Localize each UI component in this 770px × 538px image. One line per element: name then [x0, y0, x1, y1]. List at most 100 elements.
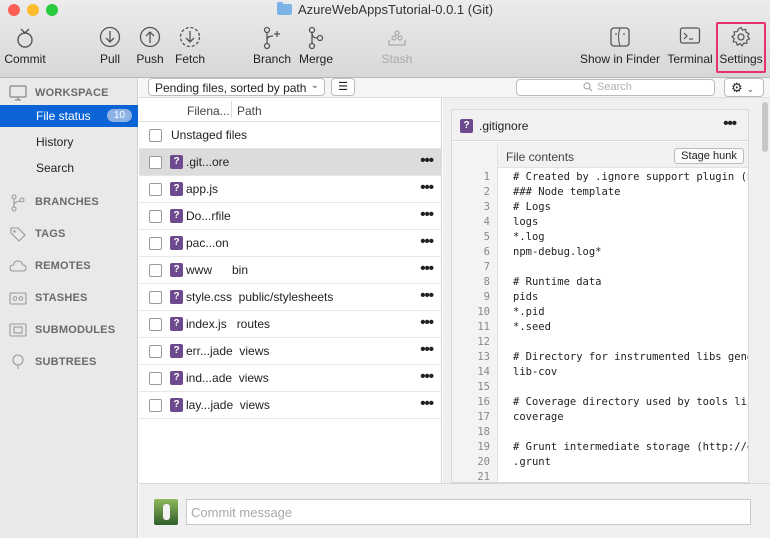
- code-line: 6 npm-debug.log*: [452, 245, 748, 260]
- more-options-icon[interactable]: •••: [420, 206, 434, 223]
- file-status-label: File status: [36, 109, 91, 123]
- file-checkbox[interactable]: [149, 291, 162, 304]
- file-checkbox[interactable]: [149, 210, 162, 223]
- more-options-icon[interactable]: •••: [420, 179, 434, 196]
- code-line: 13 # Directory for instrumented libs gene…: [452, 350, 748, 365]
- column-header-filename[interactable]: Filena...: [187, 104, 230, 118]
- sidebar-stashes-header[interactable]: STASHES: [0, 286, 138, 310]
- diff-scrollbar[interactable]: [762, 102, 768, 152]
- file-row[interactable]: ? www bin •••: [139, 257, 442, 284]
- file-row[interactable]: ? err...jade views •••: [139, 338, 442, 365]
- file-row[interactable]: ? app.js •••: [139, 176, 442, 203]
- search-input[interactable]: Search: [516, 79, 715, 96]
- file-row[interactable]: ? lay...jade views •••: [139, 392, 442, 419]
- code-line: 10 *.pid: [452, 305, 748, 320]
- subtree-icon: [9, 354, 27, 370]
- pull-button[interactable]: Pull: [96, 26, 124, 72]
- more-options-icon[interactable]: •••: [420, 233, 434, 250]
- line-text: lib-cov: [513, 366, 558, 378]
- untracked-icon: ?: [170, 155, 183, 169]
- sidebar-item-file-status[interactable]: File status 10: [0, 105, 138, 127]
- commit-icon: [4, 26, 46, 50]
- sidebar-subtrees-header[interactable]: SUBTREES: [0, 350, 138, 374]
- sidebar-remotes-header[interactable]: REMOTES: [0, 254, 138, 278]
- stash-button[interactable]: Stash: [380, 26, 414, 72]
- file-checkbox[interactable]: [149, 372, 162, 385]
- terminal-button[interactable]: Terminal: [666, 26, 714, 72]
- code-line: 17 coverage: [452, 410, 748, 425]
- file-checkbox[interactable]: [149, 237, 162, 250]
- merge-label: Merge: [298, 52, 333, 66]
- file-checkbox[interactable]: [149, 399, 162, 412]
- file-list: Filena... Path Unstaged files ? .git...o…: [139, 98, 442, 483]
- sidebar-workspace-header: WORKSPACE: [0, 81, 138, 105]
- more-options-icon[interactable]: •••: [420, 341, 434, 358]
- stage-hunk-button[interactable]: Stage hunk: [674, 148, 744, 164]
- line-text: # Created by .ignore support plugin (hs: [513, 171, 748, 183]
- line-text: *.log: [513, 231, 545, 243]
- window-title: AzureWebAppsTutorial-0.0.1 (Git): [0, 2, 770, 17]
- more-options-icon[interactable]: •••: [723, 115, 737, 132]
- terminal-icon: [666, 26, 714, 50]
- show-in-finder-button[interactable]: Show in Finder: [580, 26, 660, 72]
- submodule-icon: [9, 322, 27, 338]
- fetch-button[interactable]: Fetch: [174, 26, 206, 72]
- commit-message-placeholder: Commit message: [191, 505, 293, 520]
- file-row[interactable]: ? ind...ade views •••: [139, 365, 442, 392]
- code-line: 21: [452, 470, 748, 482]
- more-options-icon[interactable]: •••: [420, 314, 434, 331]
- untracked-icon: ?: [170, 290, 183, 304]
- file-name: pac...on: [186, 236, 229, 250]
- unstaged-select-all-checkbox[interactable]: [149, 129, 162, 142]
- sidebar-submodules-header[interactable]: SUBMODULES: [0, 318, 138, 342]
- folder-icon: [276, 2, 292, 15]
- more-options-icon[interactable]: •••: [420, 368, 434, 385]
- untracked-icon: ?: [170, 209, 183, 223]
- file-checkbox[interactable]: [149, 183, 162, 196]
- file-row[interactable]: ? pac...on •••: [139, 230, 442, 257]
- line-number: 6: [483, 246, 490, 258]
- sidebar-branches-header[interactable]: BRANCHES: [0, 190, 138, 214]
- code-view[interactable]: 1 # Created by .ignore support plugin (hs…: [452, 170, 748, 482]
- commit-message-input[interactable]: Commit message: [186, 499, 751, 525]
- sidebar-tags-header[interactable]: TAGS: [0, 222, 138, 246]
- file-checkbox[interactable]: [149, 318, 162, 331]
- more-options-icon[interactable]: •••: [420, 287, 434, 304]
- search-label: Search: [36, 161, 75, 175]
- file-checkbox[interactable]: [149, 156, 162, 169]
- finder-icon: [580, 26, 660, 50]
- file-name: ind...ade views: [186, 371, 269, 385]
- untracked-icon: ?: [170, 398, 183, 412]
- branch-button[interactable]: Branch: [252, 26, 292, 72]
- file-name: Do...rfile: [186, 209, 231, 223]
- sidebar-item-history[interactable]: History: [0, 131, 138, 153]
- more-options-icon[interactable]: •••: [420, 395, 434, 412]
- line-number: 17: [477, 411, 490, 423]
- push-button[interactable]: Push: [135, 26, 165, 72]
- file-row[interactable]: ? index.js routes •••: [139, 311, 442, 338]
- sidebar-item-search[interactable]: Search: [0, 157, 138, 179]
- line-text: pids: [513, 291, 539, 303]
- untracked-icon: ?: [170, 236, 183, 250]
- list-view-button[interactable]: ☰: [331, 78, 355, 96]
- untracked-icon: ?: [460, 119, 473, 133]
- commit-button[interactable]: Commit: [4, 26, 46, 72]
- line-text: npm-debug.log*: [513, 246, 602, 258]
- file-row[interactable]: ? .git...ore •••: [139, 149, 442, 176]
- diff-card: ? .gitignore ••• File contents Stage hun…: [451, 109, 749, 483]
- line-number: 21: [477, 471, 490, 482]
- options-gear-button[interactable]: ⚙ ⌄: [724, 78, 764, 97]
- file-row[interactable]: ? Do...rfile •••: [139, 203, 442, 230]
- file-checkbox[interactable]: [149, 345, 162, 358]
- untracked-icon: ?: [170, 344, 183, 358]
- more-options-icon[interactable]: •••: [420, 260, 434, 277]
- more-options-icon[interactable]: •••: [420, 152, 434, 169]
- merge-button[interactable]: Merge: [298, 26, 334, 72]
- sort-dropdown[interactable]: Pending files, sorted by path ⌄: [148, 78, 325, 96]
- stash-icon: [380, 26, 414, 50]
- code-line: 16 # Coverage directory used by tools lik…: [452, 395, 748, 410]
- file-row[interactable]: ? style.css public/stylesheets •••: [139, 284, 442, 311]
- line-text: ### Node template: [513, 186, 621, 198]
- file-checkbox[interactable]: [149, 264, 162, 277]
- column-header-path[interactable]: Path: [237, 104, 262, 118]
